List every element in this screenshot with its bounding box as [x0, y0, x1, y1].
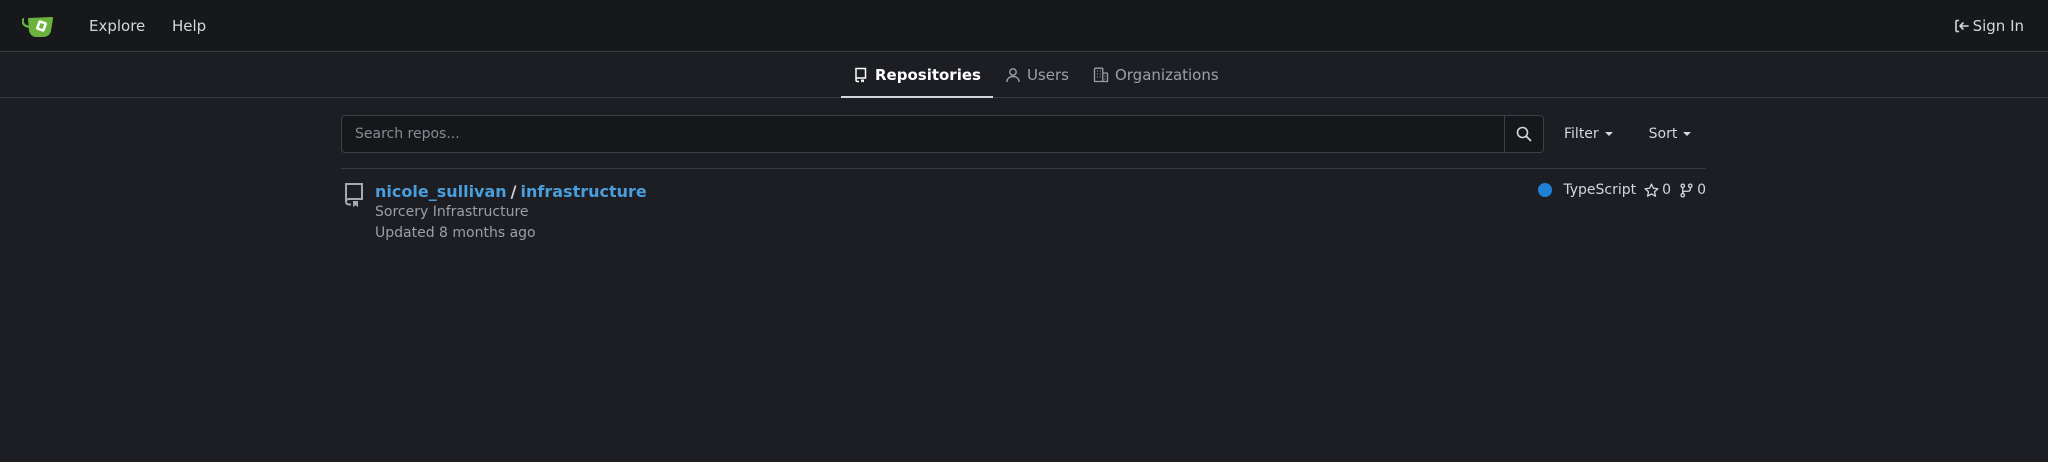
language-color-dot [1538, 183, 1553, 197]
gitea-logo-icon[interactable] [22, 12, 56, 40]
organization-icon [1093, 67, 1109, 83]
repo-star-count: 0 [1662, 182, 1672, 198]
tab-repositories[interactable]: Repositories [841, 52, 993, 98]
search-input[interactable] [341, 115, 1504, 153]
tab-users[interactable]: Users [993, 52, 1081, 98]
repo-stars-link[interactable]: 0 [1644, 182, 1671, 198]
repo-description: Sorcery Infrastructure [375, 204, 529, 220]
repo-title: nicole_sullivan / infrastructure [375, 182, 647, 201]
sort-dropdown[interactable]: Sort [1649, 126, 1692, 142]
explore-tabs: Repositories Users Organizations [841, 52, 1231, 98]
tab-repositories-label: Repositories [875, 66, 981, 84]
nav-help-link[interactable]: Help [172, 0, 206, 52]
top-navbar: Explore Help Sign In [0, 0, 2048, 52]
repo-search-row: Filter Sort [341, 115, 1692, 153]
repo-forks-link[interactable]: 0 [1679, 182, 1706, 198]
filter-label: Filter [1564, 126, 1599, 142]
repo-fork-count: 0 [1697, 182, 1706, 198]
explore-tabs-bar: Repositories Users Organizations [0, 52, 2048, 98]
search-icon [1516, 126, 1532, 142]
star-icon [1644, 182, 1659, 197]
repo-updated-time: Updated 8 months ago [375, 225, 536, 241]
nav-explore-link[interactable]: Explore [89, 0, 145, 52]
repo-name-link[interactable]: infrastructure [521, 182, 647, 201]
repo-list-item: nicole_sullivan / infrastructure Sorcery I… [341, 178, 1706, 248]
repo-list-divider [341, 168, 1706, 169]
caret-down-icon [1683, 132, 1692, 136]
fork-icon [1680, 182, 1693, 198]
repo-icon [345, 183, 363, 207]
sign-in-label: Sign In [1972, 17, 2024, 35]
sign-in-icon [1954, 19, 1969, 33]
repo-meta: TypeScript 0 0 [1538, 182, 1706, 198]
sort-label: Sort [1648, 126, 1678, 142]
person-icon [1006, 68, 1020, 83]
sign-in-link[interactable]: Sign In [1954, 0, 2024, 52]
tab-users-label: Users [1026, 66, 1069, 84]
tab-organizations[interactable]: Organizations [1081, 52, 1231, 98]
repo-icon [855, 67, 867, 83]
repo-title-separator: / [510, 182, 517, 201]
caret-down-icon [1604, 132, 1613, 136]
search-button[interactable] [1504, 115, 1544, 153]
repo-owner-link[interactable]: nicole_sullivan [375, 182, 507, 201]
repo-language: TypeScript [1563, 182, 1637, 198]
tab-organizations-label: Organizations [1114, 66, 1219, 84]
filter-dropdown[interactable]: Filter [1564, 126, 1613, 142]
